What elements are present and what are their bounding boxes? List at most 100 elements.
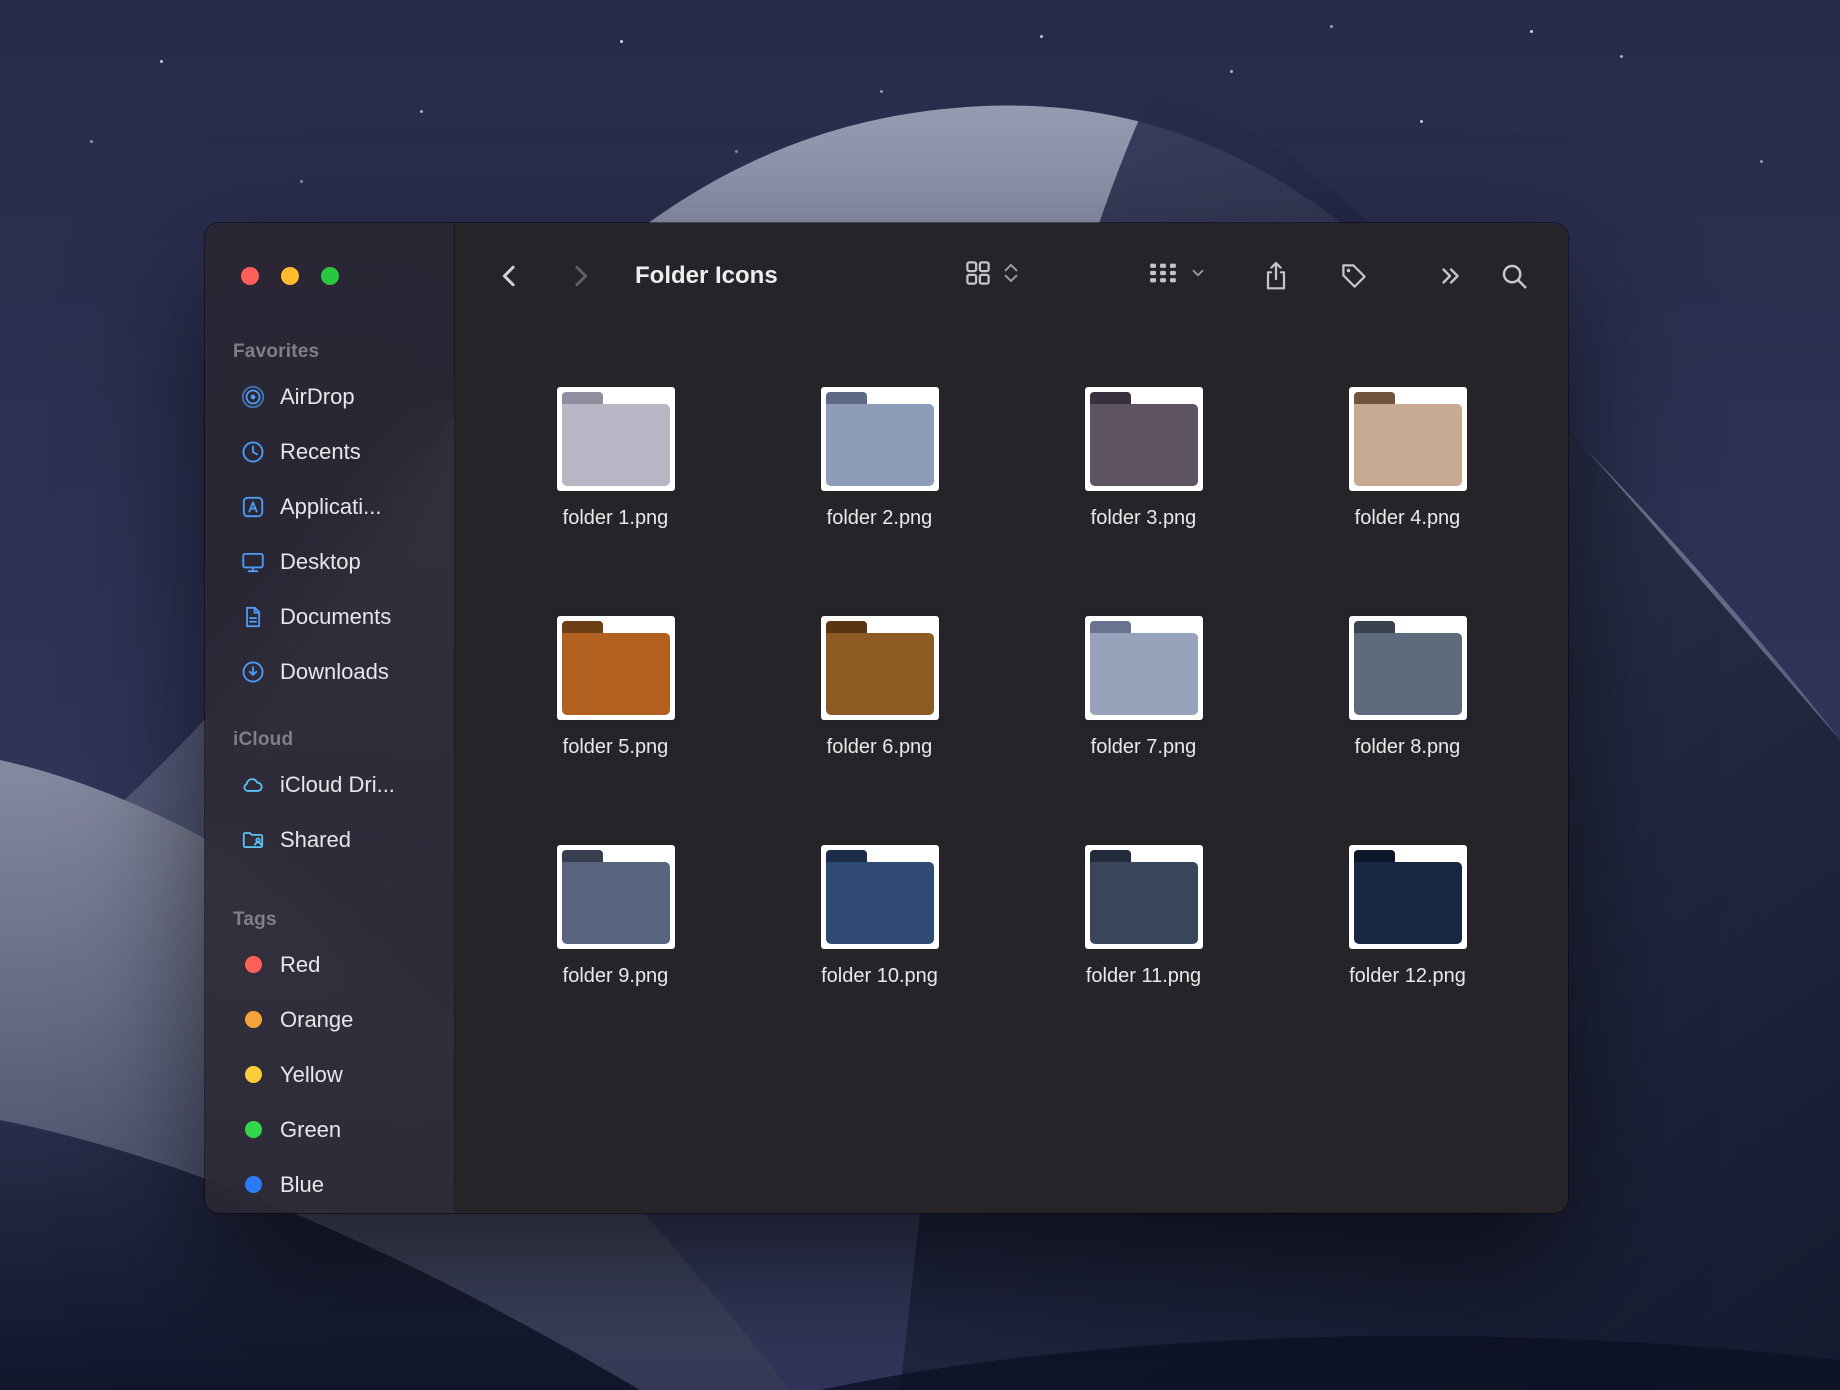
folder-icon bbox=[1089, 621, 1198, 715]
sidebar-tag-orange[interactable]: Orange bbox=[205, 992, 454, 1047]
file-folder-2[interactable]: folder 2.png bbox=[748, 387, 1012, 530]
folder-icon bbox=[561, 850, 670, 944]
folder-body bbox=[825, 404, 934, 486]
sidebar-item-label: Shared bbox=[280, 826, 351, 852]
sidebar-tag-red[interactable]: Red bbox=[205, 937, 454, 992]
file-folder-3[interactable]: folder 3.png bbox=[1012, 387, 1276, 530]
file-folder-1[interactable]: folder 1.png bbox=[484, 387, 748, 530]
folder-body bbox=[1089, 862, 1198, 944]
main-content: Folder Icons folder 1.png folder 2.png f… bbox=[455, 223, 1568, 1213]
sidebar-item-airdrop[interactable]: AirDrop bbox=[205, 369, 454, 424]
folder-icon bbox=[1353, 621, 1462, 715]
chevron-up-down-icon bbox=[1002, 260, 1020, 291]
sidebar-tag-blue[interactable]: Blue bbox=[205, 1157, 454, 1212]
folder-icon bbox=[1089, 392, 1198, 486]
tag-label: Orange bbox=[280, 1006, 354, 1032]
file-folder-8[interactable]: folder 8.png bbox=[1276, 616, 1540, 759]
file-name: folder 9.png bbox=[562, 965, 669, 987]
sidebar-item-documents[interactable]: Documents bbox=[205, 589, 454, 644]
file-name: folder 4.png bbox=[1354, 507, 1461, 529]
folder-body bbox=[1353, 404, 1462, 486]
folder-body bbox=[1353, 633, 1462, 715]
section-header-tags: Tags bbox=[233, 909, 277, 930]
sidebar-item-shared[interactable]: Shared bbox=[205, 812, 454, 867]
file-thumbnail bbox=[1348, 387, 1467, 491]
view-control[interactable] bbox=[963, 223, 1020, 328]
sidebar-item-label: iCloud Dri... bbox=[280, 771, 395, 797]
tag-dot-yellow bbox=[244, 1066, 262, 1083]
file-name: folder 3.png bbox=[1090, 507, 1197, 529]
tag-label: Red bbox=[280, 951, 321, 977]
sidebar-item-recents[interactable]: Recents bbox=[205, 424, 454, 479]
file-folder-4[interactable]: folder 4.png bbox=[1276, 387, 1540, 530]
download-icon bbox=[239, 658, 267, 686]
file-thumbnail bbox=[1084, 387, 1203, 491]
folder-icon bbox=[561, 392, 670, 486]
sidebar-item-label: Documents bbox=[280, 603, 392, 629]
sidebar-item-icloud-drive[interactable]: iCloud Dri... bbox=[205, 757, 454, 812]
file-thumbnail bbox=[556, 845, 675, 949]
file-thumbnail bbox=[820, 616, 939, 720]
minimize-button[interactable] bbox=[281, 267, 299, 285]
file-folder-6[interactable]: folder 6.png bbox=[748, 616, 1012, 759]
group-by-control[interactable] bbox=[1147, 223, 1207, 328]
folder-icon bbox=[825, 850, 934, 944]
group-by-icon bbox=[1147, 259, 1179, 292]
file-name: folder 5.png bbox=[562, 736, 669, 758]
sidebar-item-downloads[interactable]: Downloads bbox=[205, 644, 454, 699]
sidebar-section-icloud: iCloud iCloud Dri... Shared bbox=[205, 729, 454, 867]
forward-button[interactable] bbox=[565, 223, 595, 328]
sidebar-tag-yellow[interactable]: Yellow bbox=[205, 1047, 454, 1102]
zoom-button[interactable] bbox=[321, 267, 339, 285]
file-name: folder 7.png bbox=[1090, 736, 1197, 758]
file-folder-7[interactable]: folder 7.png bbox=[1012, 616, 1276, 759]
file-name: folder 6.png bbox=[826, 736, 933, 758]
folder-body bbox=[1089, 404, 1198, 486]
back-button[interactable] bbox=[495, 223, 525, 328]
share-button[interactable] bbox=[1261, 223, 1291, 328]
folder-icon bbox=[825, 392, 934, 486]
sidebar-item-applications[interactable]: Applicati... bbox=[205, 479, 454, 534]
icon-view-grid-icon bbox=[963, 258, 993, 293]
sidebar-item-label: Desktop bbox=[280, 548, 361, 574]
cloud-icon bbox=[239, 771, 267, 799]
sidebar-item-label: Applicati... bbox=[280, 493, 382, 519]
file-folder-10[interactable]: folder 10.png bbox=[748, 845, 1012, 988]
file-folder-9[interactable]: folder 9.png bbox=[484, 845, 748, 988]
file-folder-11[interactable]: folder 11.png bbox=[1012, 845, 1276, 988]
folder-body bbox=[825, 633, 934, 715]
airdrop-icon bbox=[239, 383, 267, 411]
file-name: folder 1.png bbox=[562, 507, 669, 529]
file-grid: folder 1.png folder 2.png folder 3.png f… bbox=[455, 328, 1568, 988]
tag-label: Blue bbox=[280, 1171, 325, 1197]
file-folder-5[interactable]: folder 5.png bbox=[484, 616, 748, 759]
tag-button[interactable] bbox=[1339, 223, 1369, 328]
tag-label: Green bbox=[280, 1116, 342, 1142]
file-name: folder 2.png bbox=[826, 507, 933, 529]
search-button[interactable] bbox=[1499, 223, 1529, 328]
window-controls bbox=[241, 267, 339, 285]
file-name: folder 10.png bbox=[821, 965, 938, 987]
file-thumbnail bbox=[1348, 616, 1467, 720]
folder-body bbox=[825, 862, 934, 944]
window-title: Folder Icons bbox=[635, 261, 778, 289]
more-toolbar-items-button[interactable] bbox=[1435, 223, 1465, 328]
sidebar-item-label: Downloads bbox=[280, 658, 389, 684]
chevron-down-icon bbox=[1189, 264, 1207, 287]
sidebar-nav: Favorites AirDrop Recents Applicati... D… bbox=[205, 223, 454, 1212]
folder-icon bbox=[1353, 850, 1462, 944]
folder-body bbox=[561, 633, 670, 715]
sidebar-tag-green[interactable]: Green bbox=[205, 1102, 454, 1157]
sidebar-item-desktop[interactable]: Desktop bbox=[205, 534, 454, 589]
file-folder-12[interactable]: folder 12.png bbox=[1276, 845, 1540, 988]
finder-window: Favorites AirDrop Recents Applicati... D… bbox=[205, 223, 1568, 1213]
stars bbox=[0, 0, 3, 3]
folder-body bbox=[1089, 633, 1198, 715]
sidebar: Favorites AirDrop Recents Applicati... D… bbox=[205, 223, 455, 1213]
close-button[interactable] bbox=[241, 267, 259, 285]
section-header-icloud: iCloud bbox=[233, 729, 294, 750]
folder-icon bbox=[1089, 850, 1198, 944]
folder-icon bbox=[825, 621, 934, 715]
tag-dot-red bbox=[244, 956, 262, 973]
desktop-icon bbox=[239, 548, 267, 576]
